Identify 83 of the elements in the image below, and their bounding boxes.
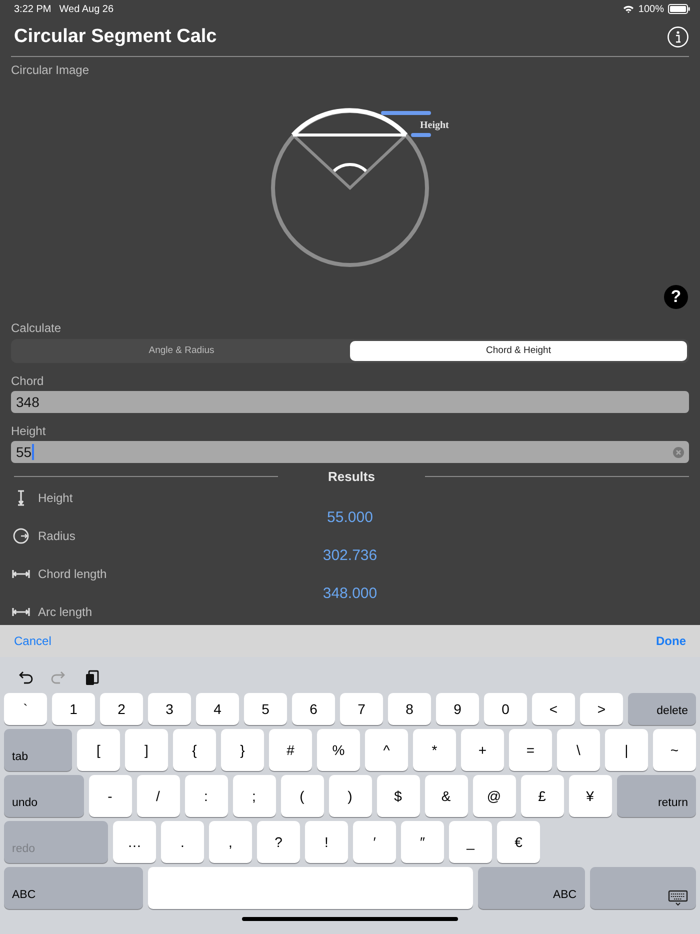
keyboard-key[interactable]: $	[376, 775, 420, 817]
battery-percent: 100%	[638, 2, 664, 16]
keyboard-key[interactable]: 4	[196, 693, 239, 725]
vertical-measure-icon	[15, 490, 27, 506]
circle-radius-icon	[13, 528, 29, 544]
keyboard-key[interactable]: )	[328, 775, 372, 817]
result-label: Chord length	[38, 566, 107, 583]
keyboard-key[interactable]: /	[136, 775, 180, 817]
keyboard-key[interactable]: 8	[388, 693, 431, 725]
input-field[interactable]: 55	[11, 441, 689, 463]
field-label: Height	[10, 423, 47, 440]
keyboard-key[interactable]: >	[580, 693, 623, 725]
keyboard-key[interactable]: ABC	[4, 867, 143, 909]
keyboard-key[interactable]: 5	[244, 693, 287, 725]
segment-tab[interactable]: Chord & Height	[350, 341, 687, 361]
status-date: Wed Aug 26	[59, 2, 114, 16]
keyboard-key[interactable]: :	[184, 775, 228, 817]
app-title: Circular Segment Calc	[14, 26, 217, 48]
status-time: 3:22 PM	[14, 2, 52, 16]
keyboard-key[interactable]: return	[616, 775, 696, 817]
keyboard-key[interactable]: |	[605, 729, 648, 771]
keyboard-key[interactable]: ,	[209, 821, 252, 863]
keyboard-key[interactable]: undo	[4, 775, 84, 817]
keyboard-key[interactable]: \	[557, 729, 600, 771]
keyboard-key[interactable]: *	[413, 729, 456, 771]
keyboard-key[interactable]: 2	[100, 693, 143, 725]
keyboard-key[interactable]: [	[77, 729, 120, 771]
results-heading: Results	[327, 468, 376, 486]
keyboard-key[interactable]: €	[497, 821, 540, 863]
wifi-icon	[623, 5, 634, 13]
clear-icon[interactable]	[673, 446, 684, 458]
keyboard-key[interactable]: @	[472, 775, 516, 817]
keyboard-key[interactable]: £	[520, 775, 564, 817]
keyboard-key[interactable]: !	[305, 821, 348, 863]
section-label: Circular Image	[10, 62, 90, 79]
section-label: Calculate	[10, 320, 62, 337]
keyboard-key[interactable]: .	[161, 821, 204, 863]
result-label: Radius	[38, 528, 76, 545]
keyboard-key[interactable]: (	[280, 775, 324, 817]
help-button[interactable]: ?	[664, 285, 688, 309]
keyboard-key[interactable]: ?	[257, 821, 300, 863]
keyboard-key[interactable]: ^	[365, 729, 408, 771]
keyboard-key[interactable]: `	[4, 693, 47, 725]
result-value: 55.000	[327, 508, 373, 526]
diagram-label: Height	[420, 120, 449, 131]
result-label: Height	[38, 490, 73, 507]
result-value: 302.736	[322, 546, 378, 564]
keyboard-key[interactable]: 9	[436, 693, 479, 725]
keyboard-key[interactable]: tab	[4, 729, 72, 771]
keyboard-key[interactable]: _	[449, 821, 492, 863]
keyboard-key[interactable]: 1	[52, 693, 95, 725]
field-label: Chord	[10, 373, 45, 390]
keyboard-key[interactable]: <	[532, 693, 575, 725]
keyboard-key[interactable]: &	[424, 775, 468, 817]
keyboard-key[interactable]: ;	[232, 775, 276, 817]
keyboard-key[interactable]: =	[509, 729, 552, 771]
battery-icon	[668, 4, 690, 14]
keyboard-key[interactable]: ″	[401, 821, 444, 863]
result-label: Arc length	[38, 604, 92, 621]
input-field[interactable]: 348	[11, 391, 689, 413]
keyboard-key[interactable]: }	[221, 729, 264, 771]
keyboard-key[interactable]: delete	[628, 693, 696, 725]
keyboard-key[interactable]: ]	[125, 729, 168, 771]
keyboard-key[interactable]: ¥	[568, 775, 612, 817]
keyboard-key[interactable]: 7	[340, 693, 383, 725]
keyboard-key[interactable]: 3	[148, 693, 191, 725]
hide-keyboard-key[interactable]	[590, 867, 696, 909]
space-bar[interactable]	[148, 867, 474, 909]
segment-tab[interactable]: Angle & Radius	[13, 341, 350, 361]
keyboard-key[interactable]: #	[269, 729, 312, 771]
keyboard-key[interactable]: …	[113, 821, 156, 863]
keyboard-key[interactable]: 6	[292, 693, 335, 725]
keyboard-key[interactable]: -	[88, 775, 132, 817]
keyboard-key[interactable]: +	[461, 729, 504, 771]
keyboard-key[interactable]: ABC	[478, 867, 585, 909]
keyboard-key[interactable]: 0	[484, 693, 527, 725]
keyboard-key[interactable]: ′	[353, 821, 396, 863]
keyboard-icon	[668, 890, 688, 906]
info-icon[interactable]	[667, 26, 689, 48]
result-value: 348.000	[322, 584, 378, 602]
keyboard-key[interactable]: %	[317, 729, 360, 771]
keyboard-key[interactable]: ~	[653, 729, 696, 771]
keyboard-key[interactable]: {	[173, 729, 216, 771]
